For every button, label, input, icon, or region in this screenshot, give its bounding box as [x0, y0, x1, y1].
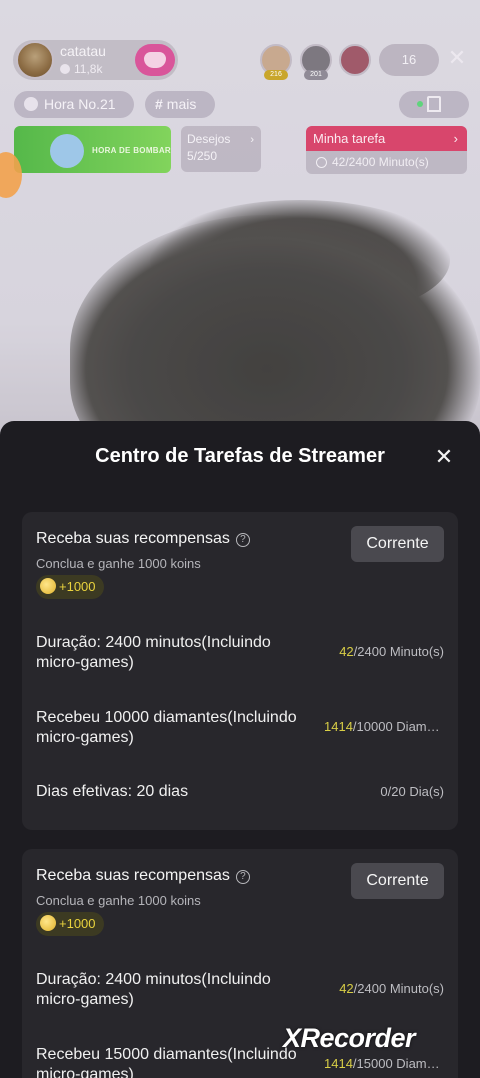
heart-icon: [144, 52, 166, 68]
task-title: Receba suas recompensas: [36, 867, 230, 884]
requirement-total: /2400 Minuto(s): [353, 644, 444, 659]
task-subtitle: Conclua e ganhe 1000 koins: [36, 893, 201, 908]
requirement-label: Duração: 2400 minutos(Incluindo micro-ga…: [36, 634, 271, 671]
viewer-level-badge: 216: [264, 70, 288, 80]
requirement-total: /2400 Minuto(s): [353, 981, 444, 996]
more-chip[interactable]: # mais: [145, 91, 215, 118]
requirement-label: Recebeu 15000 diamantes(Incluindo micro-…: [36, 1046, 297, 1078]
requirement-progress: 1414/10000 Diamantes: [324, 719, 444, 734]
streamer-task-center-sheet: Centro de Tarefas de Streamer ✕ Receba s…: [0, 421, 480, 1078]
help-icon[interactable]: ?: [235, 870, 250, 884]
stream-top-bar: catatau 11,8k 216 201 16 ✕ Hora No.21 # m…: [0, 0, 480, 198]
host-name: catatau: [60, 43, 106, 59]
viewer-avatar-2[interactable]: 201: [300, 44, 332, 80]
help-icon[interactable]: ?: [235, 533, 250, 547]
host-info[interactable]: catatau 11,8k: [13, 40, 178, 80]
requirement-current: 1414: [324, 1056, 353, 1071]
recorder-watermark: XRecorder: [283, 1023, 416, 1053]
task-card: Receba suas recompensas? Conclua e ganhe…: [22, 512, 458, 830]
follow-button[interactable]: [135, 44, 175, 76]
requirement-label: Recebeu 10000 diamantes(Incluindo micro-…: [36, 709, 297, 746]
requirement-progress: 0/20 Dia(s): [324, 784, 444, 799]
task-title-row: Receba suas recompensas?: [36, 867, 250, 885]
requirement-total: /15000 Diamantes: [352, 1056, 444, 1071]
flame-icon: [60, 64, 70, 74]
requirement-total: /10000 Diamantes: [352, 719, 444, 734]
viewer-avatar-1[interactable]: 216: [260, 44, 292, 80]
chevron-right-icon: ›: [250, 134, 254, 146]
wishes-label: Desejos: [187, 132, 231, 146]
reward-amount: +1000: [59, 579, 96, 594]
host-likes: 11,8k: [60, 62, 102, 76]
task-title-row: Receba suas recompensas?: [36, 530, 250, 548]
mascot-icon: [50, 134, 84, 168]
reward-badge: +1000: [36, 575, 104, 599]
game-banner-text: HORA DE BOMBAR: [92, 146, 171, 155]
requirement-current: 1414: [324, 719, 353, 734]
reward-amount: +1000: [59, 916, 96, 931]
chevron-right-icon: ›: [453, 131, 458, 146]
wishes-widget[interactable]: Desejos 5/250 ›: [181, 126, 261, 172]
clock-icon: [316, 157, 327, 168]
home-chip[interactable]: [399, 91, 469, 118]
coin-icon: [40, 915, 56, 931]
requirement-total: 0/20 Dia(s): [380, 784, 444, 799]
requirement-progress: 42/2400 Minuto(s): [324, 644, 444, 659]
status-button[interactable]: Corrente: [351, 863, 444, 899]
online-dot-icon: [417, 101, 423, 107]
requirement-progress: 42/2400 Minuto(s): [324, 981, 444, 996]
sheet-title: Centro de Tarefas de Streamer: [95, 445, 385, 467]
viewer-count[interactable]: 16: [379, 44, 439, 76]
my-task-progress: 42/2400 Minuto(s): [306, 151, 467, 173]
viewer-avatar-3[interactable]: [339, 44, 371, 76]
my-task-progress-value: 42/2400 Minuto(s): [332, 155, 429, 169]
task-title: Receba suas recompensas: [36, 530, 230, 547]
coin-icon: [40, 578, 56, 594]
clock-icon: [24, 97, 38, 111]
host-avatar[interactable]: [16, 41, 54, 79]
hour-rank-chip[interactable]: Hora No.21: [14, 91, 134, 118]
close-stream-icon[interactable]: ✕: [446, 45, 468, 71]
viewer-level-badge: 201: [304, 70, 328, 80]
wishes-progress: 5/250: [187, 149, 218, 163]
my-task-label: Minha tarefa: [313, 131, 386, 146]
requirement-current: 42: [339, 644, 354, 659]
hour-rank-label: Hora No.21: [44, 96, 116, 112]
reward-badge: +1000: [36, 912, 104, 936]
status-button[interactable]: Corrente: [351, 526, 444, 562]
close-icon[interactable]: ✕: [432, 445, 456, 469]
hashtag-icon: #: [155, 96, 163, 112]
more-label: mais: [166, 96, 197, 112]
my-task-widget[interactable]: Minha tarefa › 42/2400 Minuto(s): [306, 126, 467, 174]
requirement-current: 42: [339, 981, 354, 996]
home-icon: [427, 96, 441, 112]
requirement-label: Dias efetivas: 20 dias: [36, 783, 189, 800]
host-likes-value: 11,8k: [74, 62, 103, 76]
requirement-label: Duração: 2400 minutos(Incluindo micro-ga…: [36, 971, 271, 1008]
task-subtitle: Conclua e ganhe 1000 koins: [36, 556, 201, 571]
requirement-progress: 1414/15000 Diamantes: [324, 1056, 444, 1071]
game-banner[interactable]: HORA DE BOMBAR: [14, 126, 171, 173]
my-task-header: Minha tarefa ›: [306, 126, 467, 151]
